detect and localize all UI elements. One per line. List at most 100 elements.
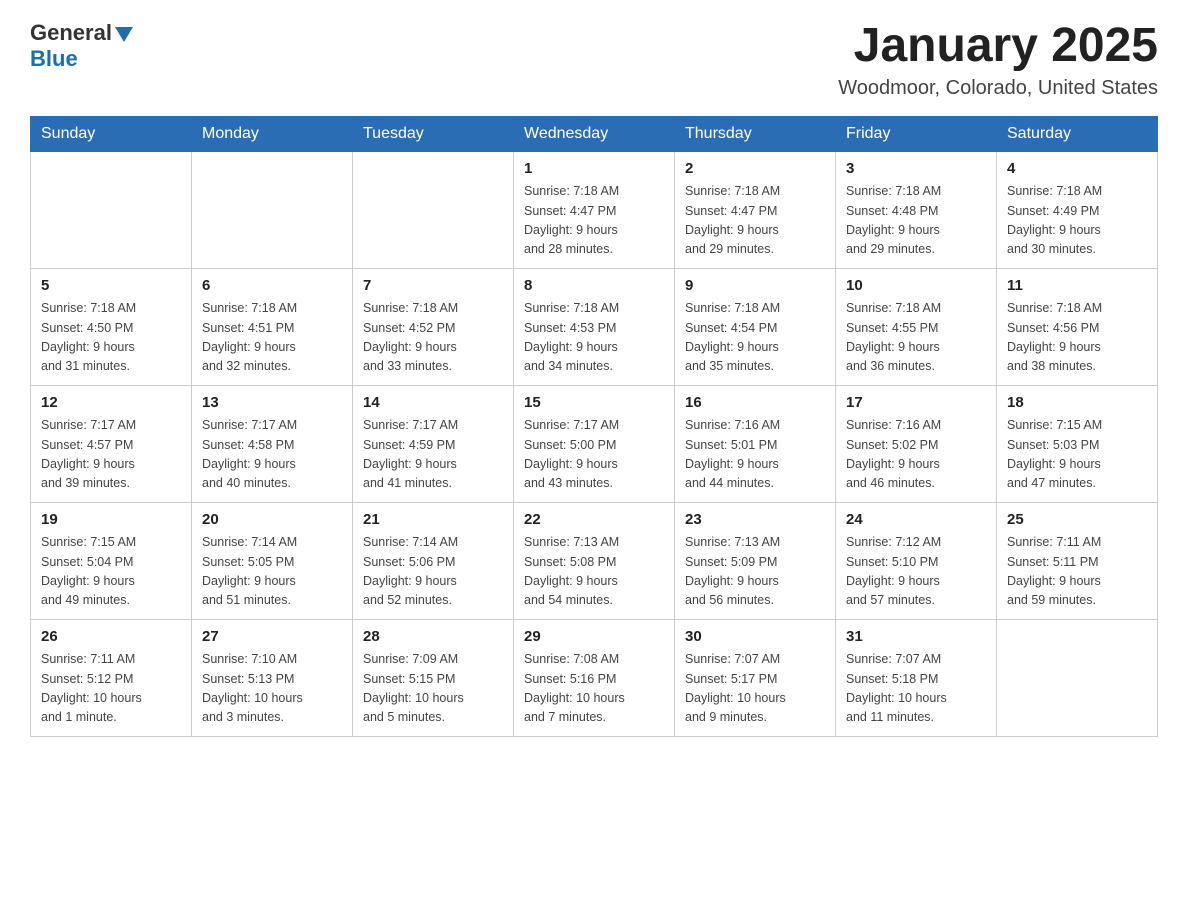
day-number: 31 (846, 626, 986, 649)
day-number: 8 (524, 275, 664, 298)
day-number: 4 (1007, 158, 1147, 181)
day-number: 3 (846, 158, 986, 181)
calendar-cell: 5Sunrise: 7:18 AM Sunset: 4:50 PM Daylig… (31, 268, 192, 385)
calendar-cell: 6Sunrise: 7:18 AM Sunset: 4:51 PM Daylig… (192, 268, 353, 385)
calendar-cell: 27Sunrise: 7:10 AM Sunset: 5:13 PM Dayli… (192, 619, 353, 736)
calendar-cell: 12Sunrise: 7:17 AM Sunset: 4:57 PM Dayli… (31, 385, 192, 502)
day-info: Sunrise: 7:11 AM Sunset: 5:11 PM Dayligh… (1007, 533, 1147, 611)
calendar-cell: 18Sunrise: 7:15 AM Sunset: 5:03 PM Dayli… (997, 385, 1158, 502)
calendar-cell: 24Sunrise: 7:12 AM Sunset: 5:10 PM Dayli… (836, 502, 997, 619)
day-info: Sunrise: 7:18 AM Sunset: 4:51 PM Dayligh… (202, 299, 342, 377)
day-number: 2 (685, 158, 825, 181)
logo-blue-text: Blue (30, 46, 78, 72)
calendar-cell: 7Sunrise: 7:18 AM Sunset: 4:52 PM Daylig… (353, 268, 514, 385)
calendar-cell: 26Sunrise: 7:11 AM Sunset: 5:12 PM Dayli… (31, 619, 192, 736)
day-info: Sunrise: 7:18 AM Sunset: 4:54 PM Dayligh… (685, 299, 825, 377)
calendar-cell: 3Sunrise: 7:18 AM Sunset: 4:48 PM Daylig… (836, 151, 997, 268)
day-number: 28 (363, 626, 503, 649)
day-number: 12 (41, 392, 181, 415)
day-info: Sunrise: 7:08 AM Sunset: 5:16 PM Dayligh… (524, 650, 664, 728)
calendar-week-1: 1Sunrise: 7:18 AM Sunset: 4:47 PM Daylig… (31, 151, 1158, 268)
day-number: 18 (1007, 392, 1147, 415)
calendar-cell: 28Sunrise: 7:09 AM Sunset: 5:15 PM Dayli… (353, 619, 514, 736)
calendar-cell: 2Sunrise: 7:18 AM Sunset: 4:47 PM Daylig… (675, 151, 836, 268)
day-number: 7 (363, 275, 503, 298)
day-info: Sunrise: 7:18 AM Sunset: 4:47 PM Dayligh… (685, 182, 825, 260)
logo-general-text: General (30, 20, 112, 46)
calendar-header-row: SundayMondayTuesdayWednesdayThursdayFrid… (31, 116, 1158, 151)
day-number: 24 (846, 509, 986, 532)
day-info: Sunrise: 7:17 AM Sunset: 4:57 PM Dayligh… (41, 416, 181, 494)
day-number: 5 (41, 275, 181, 298)
calendar-week-5: 26Sunrise: 7:11 AM Sunset: 5:12 PM Dayli… (31, 619, 1158, 736)
day-number: 22 (524, 509, 664, 532)
day-info: Sunrise: 7:13 AM Sunset: 5:09 PM Dayligh… (685, 533, 825, 611)
day-info: Sunrise: 7:10 AM Sunset: 5:13 PM Dayligh… (202, 650, 342, 728)
day-info: Sunrise: 7:11 AM Sunset: 5:12 PM Dayligh… (41, 650, 181, 728)
day-number: 30 (685, 626, 825, 649)
title-block: January 2025 Woodmoor, Colorado, United … (838, 20, 1158, 100)
day-info: Sunrise: 7:18 AM Sunset: 4:50 PM Dayligh… (41, 299, 181, 377)
calendar-cell: 17Sunrise: 7:16 AM Sunset: 5:02 PM Dayli… (836, 385, 997, 502)
day-info: Sunrise: 7:14 AM Sunset: 5:05 PM Dayligh… (202, 533, 342, 611)
calendar-cell: 23Sunrise: 7:13 AM Sunset: 5:09 PM Dayli… (675, 502, 836, 619)
column-header-monday: Monday (192, 116, 353, 151)
calendar-cell: 13Sunrise: 7:17 AM Sunset: 4:58 PM Dayli… (192, 385, 353, 502)
column-header-wednesday: Wednesday (514, 116, 675, 151)
day-info: Sunrise: 7:15 AM Sunset: 5:03 PM Dayligh… (1007, 416, 1147, 494)
calendar-cell: 19Sunrise: 7:15 AM Sunset: 5:04 PM Dayli… (31, 502, 192, 619)
calendar-cell: 14Sunrise: 7:17 AM Sunset: 4:59 PM Dayli… (353, 385, 514, 502)
day-info: Sunrise: 7:17 AM Sunset: 4:59 PM Dayligh… (363, 416, 503, 494)
location-subtitle: Woodmoor, Colorado, United States (838, 77, 1158, 100)
day-info: Sunrise: 7:15 AM Sunset: 5:04 PM Dayligh… (41, 533, 181, 611)
day-number: 19 (41, 509, 181, 532)
calendar-cell: 31Sunrise: 7:07 AM Sunset: 5:18 PM Dayli… (836, 619, 997, 736)
day-info: Sunrise: 7:16 AM Sunset: 5:02 PM Dayligh… (846, 416, 986, 494)
day-number: 21 (363, 509, 503, 532)
day-info: Sunrise: 7:07 AM Sunset: 5:18 PM Dayligh… (846, 650, 986, 728)
day-number: 15 (524, 392, 664, 415)
day-number: 26 (41, 626, 181, 649)
logo: General Blue (30, 20, 133, 72)
day-number: 11 (1007, 275, 1147, 298)
calendar-week-2: 5Sunrise: 7:18 AM Sunset: 4:50 PM Daylig… (31, 268, 1158, 385)
day-info: Sunrise: 7:17 AM Sunset: 4:58 PM Dayligh… (202, 416, 342, 494)
calendar-cell (353, 151, 514, 268)
day-number: 17 (846, 392, 986, 415)
day-info: Sunrise: 7:16 AM Sunset: 5:01 PM Dayligh… (685, 416, 825, 494)
calendar-cell: 9Sunrise: 7:18 AM Sunset: 4:54 PM Daylig… (675, 268, 836, 385)
day-number: 14 (363, 392, 503, 415)
day-info: Sunrise: 7:07 AM Sunset: 5:17 PM Dayligh… (685, 650, 825, 728)
day-info: Sunrise: 7:14 AM Sunset: 5:06 PM Dayligh… (363, 533, 503, 611)
calendar-week-4: 19Sunrise: 7:15 AM Sunset: 5:04 PM Dayli… (31, 502, 1158, 619)
calendar-cell: 15Sunrise: 7:17 AM Sunset: 5:00 PM Dayli… (514, 385, 675, 502)
day-number: 23 (685, 509, 825, 532)
calendar-cell: 1Sunrise: 7:18 AM Sunset: 4:47 PM Daylig… (514, 151, 675, 268)
calendar-table: SundayMondayTuesdayWednesdayThursdayFrid… (30, 116, 1158, 737)
page-header: General Blue January 2025 Woodmoor, Colo… (30, 20, 1158, 100)
day-number: 20 (202, 509, 342, 532)
day-info: Sunrise: 7:13 AM Sunset: 5:08 PM Dayligh… (524, 533, 664, 611)
calendar-cell: 30Sunrise: 7:07 AM Sunset: 5:17 PM Dayli… (675, 619, 836, 736)
day-number: 16 (685, 392, 825, 415)
calendar-cell: 10Sunrise: 7:18 AM Sunset: 4:55 PM Dayli… (836, 268, 997, 385)
day-info: Sunrise: 7:18 AM Sunset: 4:55 PM Dayligh… (846, 299, 986, 377)
column-header-tuesday: Tuesday (353, 116, 514, 151)
day-info: Sunrise: 7:18 AM Sunset: 4:53 PM Dayligh… (524, 299, 664, 377)
day-info: Sunrise: 7:18 AM Sunset: 4:56 PM Dayligh… (1007, 299, 1147, 377)
calendar-week-3: 12Sunrise: 7:17 AM Sunset: 4:57 PM Dayli… (31, 385, 1158, 502)
calendar-cell: 4Sunrise: 7:18 AM Sunset: 4:49 PM Daylig… (997, 151, 1158, 268)
day-info: Sunrise: 7:17 AM Sunset: 5:00 PM Dayligh… (524, 416, 664, 494)
day-number: 25 (1007, 509, 1147, 532)
month-title: January 2025 (838, 20, 1158, 73)
calendar-cell: 11Sunrise: 7:18 AM Sunset: 4:56 PM Dayli… (997, 268, 1158, 385)
calendar-cell: 22Sunrise: 7:13 AM Sunset: 5:08 PM Dayli… (514, 502, 675, 619)
logo-triangle-icon (115, 27, 133, 42)
column-header-sunday: Sunday (31, 116, 192, 151)
day-number: 13 (202, 392, 342, 415)
calendar-cell: 21Sunrise: 7:14 AM Sunset: 5:06 PM Dayli… (353, 502, 514, 619)
day-number: 10 (846, 275, 986, 298)
calendar-cell: 20Sunrise: 7:14 AM Sunset: 5:05 PM Dayli… (192, 502, 353, 619)
day-info: Sunrise: 7:09 AM Sunset: 5:15 PM Dayligh… (363, 650, 503, 728)
day-info: Sunrise: 7:18 AM Sunset: 4:52 PM Dayligh… (363, 299, 503, 377)
